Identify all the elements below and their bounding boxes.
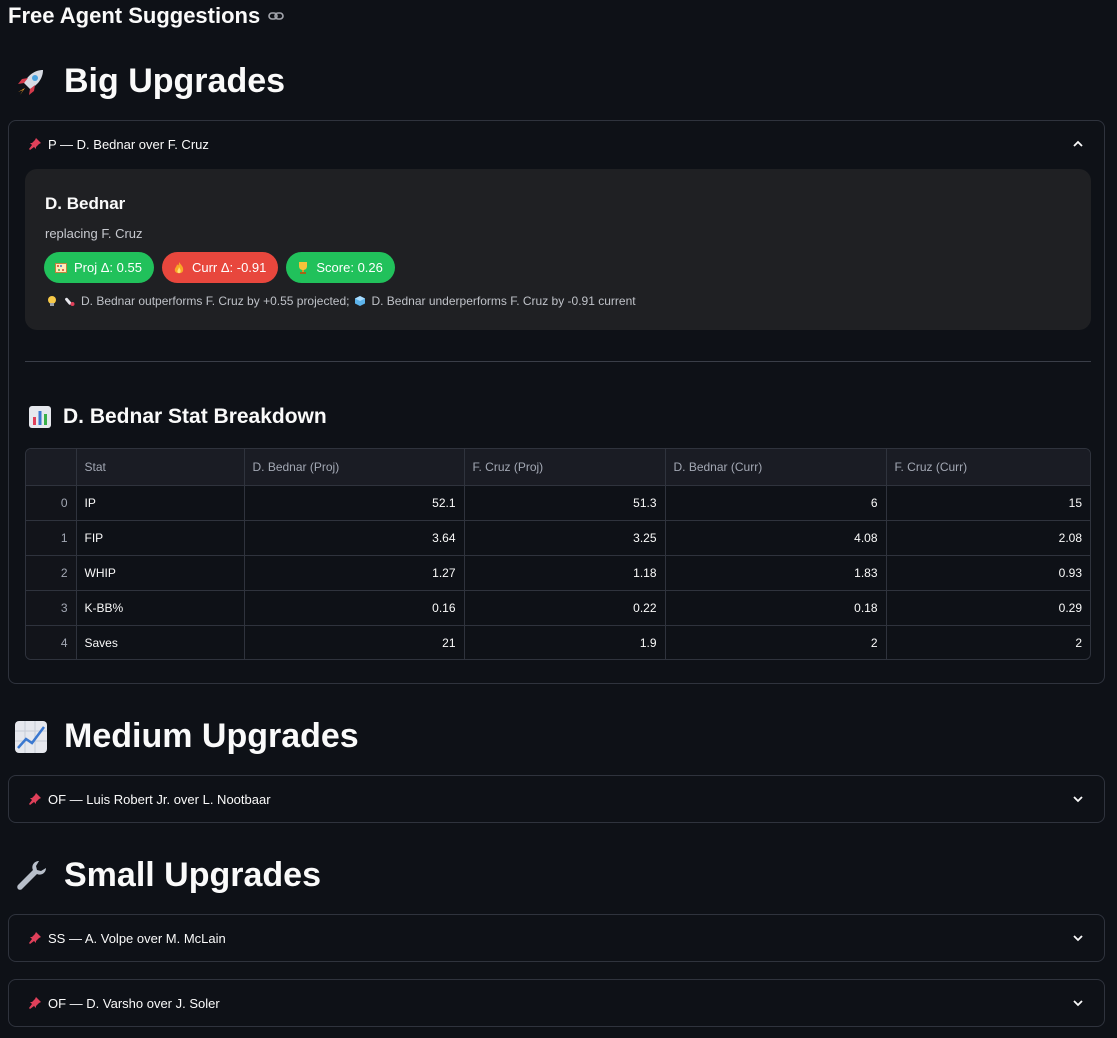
- fire-icon: [172, 261, 186, 275]
- chart-increasing-icon: [12, 718, 50, 756]
- table-cell[interactable]: FIP: [76, 520, 245, 556]
- ice-cube-icon: [353, 295, 366, 308]
- table-cell[interactable]: 1.83: [665, 555, 887, 591]
- chevron-down-icon[interactable]: [1070, 995, 1086, 1011]
- proj-delta-label: Proj Δ: 0.55: [74, 260, 142, 275]
- table-cell[interactable]: 52.1: [244, 485, 465, 521]
- table-cell[interactable]: 0.16: [244, 590, 465, 626]
- section-title-small: Small Upgrades: [64, 856, 321, 894]
- curr-delta-label: Curr Δ: -0.91: [191, 260, 267, 275]
- proj-delta-badge: Proj Δ: 0.55: [44, 252, 154, 283]
- player-card: D. Bednar replacing F. Cruz Proj Δ: 0.55: [25, 169, 1091, 330]
- link-icon[interactable]: [268, 8, 285, 24]
- badge-row: Proj Δ: 0.55 Curr Δ: -0.91 Score: 0.26: [44, 252, 395, 283]
- table-cell[interactable]: 0.22: [464, 590, 666, 626]
- table-cell[interactable]: 0.18: [665, 590, 887, 626]
- expander-label: OF — Luis Robert Jr. over L. Nootbaar: [48, 791, 271, 807]
- expander-small-1: SS — A. Volpe over M. McLain: [8, 914, 1105, 962]
- section-heading-small: Small Upgrades: [12, 856, 321, 895]
- expander-label: SS — A. Volpe over M. McLain: [48, 930, 226, 946]
- column-header-index[interactable]: [26, 449, 77, 486]
- rocket-icon: [12, 63, 50, 101]
- table-cell[interactable]: 6: [665, 485, 887, 521]
- table-cell[interactable]: 4.08: [665, 520, 887, 556]
- table-cell[interactable]: 21: [244, 625, 465, 659]
- column-header-bednar-proj[interactable]: D. Bednar (Proj): [244, 449, 465, 486]
- insight-line: D. Bednar outperforms F. Cruz by +0.55 p…: [45, 294, 636, 308]
- table-row: 3 K-BB% 0.16 0.22 0.18 0.29: [26, 590, 1090, 626]
- replacing-text: replacing F. Cruz: [45, 226, 143, 241]
- pushpin-icon: [27, 930, 43, 946]
- section-heading-big: Big Upgrades: [12, 62, 285, 101]
- table-cell[interactable]: 1.18: [464, 555, 666, 591]
- table-cell[interactable]: 2.08: [886, 520, 1090, 556]
- expander-header[interactable]: SS — A. Volpe over M. McLain: [9, 915, 1104, 961]
- table-cell[interactable]: 1.27: [244, 555, 465, 591]
- bar-chart-icon: [27, 404, 53, 430]
- table-cell[interactable]: 3.64: [244, 520, 465, 556]
- row-index: 2: [26, 555, 77, 591]
- lightbulb-icon: [45, 295, 58, 308]
- pushpin-icon: [27, 136, 43, 152]
- stat-breakdown-heading: D. Bednar Stat Breakdown: [27, 404, 327, 430]
- insight-proj-text: D. Bednar outperforms F. Cruz by +0.55 p…: [81, 294, 350, 308]
- column-header-bednar-curr[interactable]: D. Bednar (Curr): [665, 449, 887, 486]
- curr-delta-badge: Curr Δ: -0.91: [161, 252, 279, 283]
- pushpin-icon: [27, 995, 43, 1011]
- stat-breakdown-title: D. Bednar Stat Breakdown: [63, 405, 327, 428]
- player-name: D. Bednar: [45, 194, 126, 213]
- page-title-text: Free Agent Suggestions: [8, 3, 261, 28]
- table-row: 0 IP 52.1 51.3 6 15: [26, 485, 1090, 521]
- trophy-icon: [296, 261, 310, 275]
- table-row: 1 FIP 3.64 3.25 4.08 2.08: [26, 520, 1090, 556]
- page-title: Free Agent Suggestions: [8, 2, 285, 30]
- expander-header[interactable]: OF — Luis Robert Jr. over L. Nootbaar: [9, 776, 1104, 822]
- section-heading-medium: Medium Upgrades: [12, 717, 359, 756]
- thermometer-icon: [63, 295, 76, 308]
- table-row: 2 WHIP 1.27 1.18 1.83 0.93: [26, 555, 1090, 591]
- table-cell[interactable]: 15: [886, 485, 1090, 521]
- expander-medium-1: OF — Luis Robert Jr. over L. Nootbaar: [8, 775, 1105, 823]
- table-cell[interactable]: Saves: [76, 625, 245, 659]
- row-index: 4: [26, 625, 77, 659]
- wrench-icon: [12, 857, 50, 895]
- column-header-cruz-proj[interactable]: F. Cruz (Proj): [464, 449, 666, 486]
- chevron-up-icon[interactable]: [1070, 136, 1086, 152]
- section-title-big: Big Upgrades: [64, 62, 286, 100]
- table-cell[interactable]: 51.3: [464, 485, 666, 521]
- table-header-row: Stat D. Bednar (Proj) F. Cruz (Proj) D. …: [26, 449, 1090, 486]
- expander-header[interactable]: OF — D. Varsho over J. Soler: [9, 980, 1104, 1026]
- expander-label: P — D. Bednar over F. Cruz: [48, 136, 209, 152]
- expander-small-2: OF — D. Varsho over J. Soler: [8, 979, 1105, 1027]
- table-cell[interactable]: 3.25: [464, 520, 666, 556]
- table-cell[interactable]: 0.93: [886, 555, 1090, 591]
- score-label: Score: 0.26: [316, 260, 383, 275]
- table-cell[interactable]: 1.9: [464, 625, 666, 659]
- chevron-down-icon[interactable]: [1070, 930, 1086, 946]
- table-cell[interactable]: 2: [665, 625, 887, 659]
- table-cell[interactable]: 0.29: [886, 590, 1090, 626]
- column-header-cruz-curr[interactable]: F. Cruz (Curr): [886, 449, 1090, 486]
- row-index: 1: [26, 520, 77, 556]
- table-cell[interactable]: IP: [76, 485, 245, 521]
- insight-curr-text: D. Bednar underperforms F. Cruz by -0.91…: [371, 294, 636, 308]
- expander-label: OF — D. Varsho over J. Soler: [48, 995, 220, 1011]
- row-index: 0: [26, 485, 77, 521]
- table-cell[interactable]: K-BB%: [76, 590, 245, 626]
- table-cell[interactable]: 2: [886, 625, 1090, 659]
- section-title-medium: Medium Upgrades: [64, 717, 359, 755]
- table-cell[interactable]: WHIP: [76, 555, 245, 591]
- score-badge: Score: 0.26: [286, 252, 395, 283]
- stat-table[interactable]: Stat D. Bednar (Proj) F. Cruz (Proj) D. …: [25, 448, 1091, 660]
- table-row: 4 Saves 21 1.9 2 2: [26, 625, 1090, 659]
- abacus-icon: [54, 261, 68, 275]
- expander-header[interactable]: P — D. Bednar over F. Cruz: [9, 121, 1104, 167]
- pushpin-icon: [27, 791, 43, 807]
- expander-big-1: P — D. Bednar over F. Cruz D. Bednar rep…: [8, 120, 1105, 684]
- chevron-down-icon[interactable]: [1070, 791, 1086, 807]
- divider: [25, 361, 1091, 362]
- column-header-stat[interactable]: Stat: [76, 449, 245, 486]
- row-index: 3: [26, 590, 77, 626]
